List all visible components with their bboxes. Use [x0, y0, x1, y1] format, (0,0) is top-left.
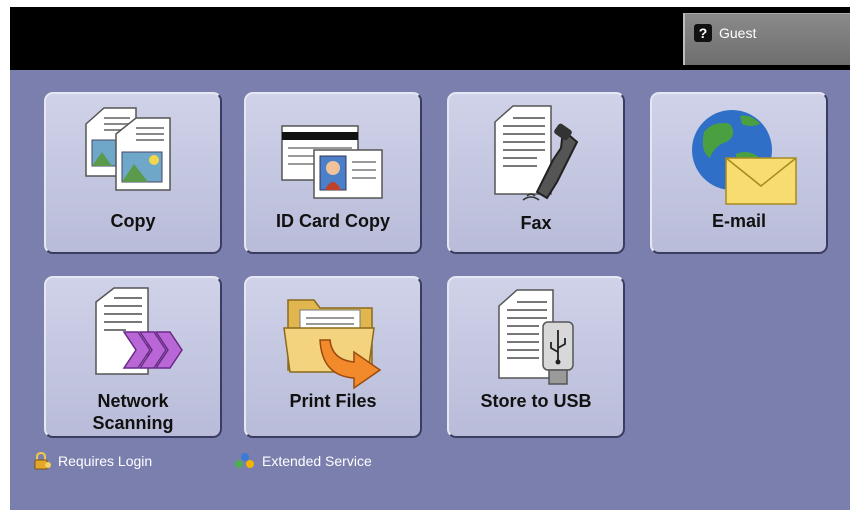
id-card-icon: [281, 125, 383, 199]
email-icon: [692, 110, 797, 205]
fax-label: Fax: [520, 213, 552, 233]
top-bar: ? Guest: [10, 7, 850, 70]
store-to-usb-button[interactable]: Store to USB: [447, 276, 625, 438]
copy-label: Copy: [110, 211, 156, 231]
guest-login-button[interactable]: ? Guest: [683, 13, 850, 65]
network-scanning-label: Network Scanning: [46, 390, 220, 434]
copy-button[interactable]: Copy: [44, 92, 222, 254]
extended-service-label: Extended Service: [262, 453, 372, 469]
copy-icon: [85, 107, 171, 191]
lock-icon: [34, 452, 51, 470]
email-label: E-mail: [711, 211, 767, 231]
network-scanning-label-line2: Scanning: [92, 413, 174, 433]
store-to-usb-label: Store to USB: [480, 391, 592, 411]
fax-icon: [494, 105, 579, 201]
network-scan-icon: [95, 287, 183, 375]
print-files-icon: [283, 299, 382, 390]
id-card-copy-button[interactable]: ID Card Copy: [244, 92, 422, 254]
fax-button[interactable]: Fax: [447, 92, 625, 254]
id-card-copy-label: ID Card Copy: [275, 211, 390, 231]
extended-service-icon: [235, 453, 254, 468]
legend-extended-service: Extended Service: [234, 452, 372, 470]
question-mark-icon: ?: [694, 24, 712, 42]
requires-login-label: Requires Login: [58, 453, 153, 469]
legend-requires-login: Requires Login: [32, 452, 152, 470]
network-scanning-button[interactable]: Network Scanning: [44, 276, 222, 438]
device-screen: ? Guest Copy ID Card Copy Fax E-mail Net…: [10, 7, 850, 510]
print-files-label: Print Files: [289, 391, 377, 411]
email-button[interactable]: E-mail: [650, 92, 828, 254]
usb-icon: [498, 289, 574, 385]
print-files-button[interactable]: Print Files: [244, 276, 422, 438]
network-scanning-label-line1: Network: [97, 391, 169, 411]
guest-label: Guest: [719, 25, 757, 41]
